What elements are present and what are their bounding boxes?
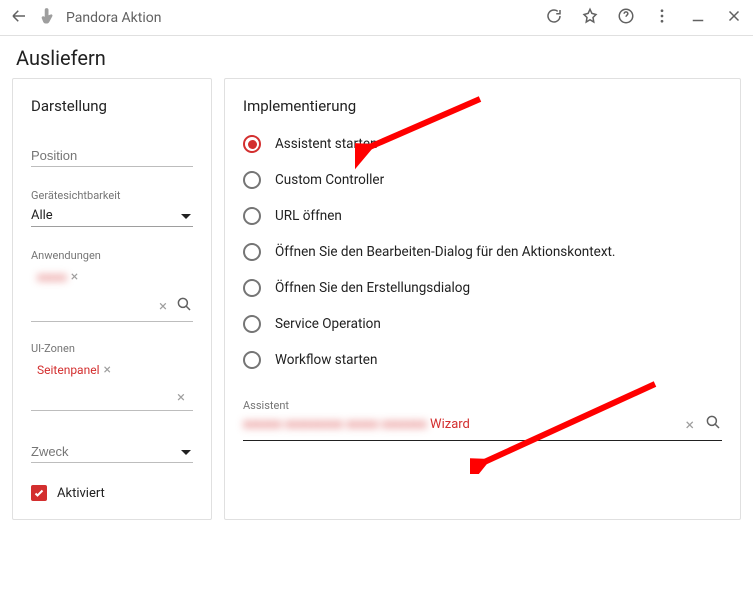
- toolbar-actions: [545, 7, 743, 29]
- chip-remove-icon[interactable]: ×: [71, 269, 78, 285]
- radio-option[interactable]: URL öffnen: [243, 207, 722, 225]
- purpose-field[interactable]: [31, 439, 193, 463]
- app-icon: [38, 7, 56, 29]
- uizone-chip[interactable]: Seitenpanel ×: [31, 360, 113, 380]
- radio-icon[interactable]: [243, 243, 261, 261]
- activated-label: Aktiviert: [57, 486, 105, 501]
- more-icon[interactable]: [653, 7, 671, 29]
- wizard-input[interactable]: xxxxxx xxxxxxxxx xxxxx xxxxxxx Wizard ×: [243, 413, 722, 441]
- radio-label: Assistent starten: [275, 136, 377, 152]
- radio-option[interactable]: Öffnen Sie den Erstellungsdialog: [243, 279, 722, 297]
- wizard-label: Assistent: [243, 399, 722, 412]
- device-visibility-select[interactable]: Alle: [31, 203, 193, 227]
- radio-label: URL öffnen: [275, 208, 342, 224]
- uizones-label: UI-Zonen: [31, 342, 193, 355]
- sidebar-heading: Darstellung: [31, 97, 193, 115]
- main-card: Implementierung Assistent starten Custom …: [224, 78, 741, 520]
- search-icon[interactable]: [175, 295, 193, 317]
- top-bar: Pandora Aktion: [0, 0, 753, 36]
- radio-icon[interactable]: [243, 171, 261, 189]
- star-icon[interactable]: [581, 7, 599, 29]
- clear-icon[interactable]: ×: [685, 415, 694, 434]
- radio-label: Custom Controller: [275, 172, 384, 188]
- uizones-field: UI-Zonen Seitenpanel ×: [31, 342, 193, 384]
- radio-option[interactable]: Assistent starten: [243, 135, 722, 153]
- wizard-field: Assistent xxxxxx xxxxxxxxx xxxxx xxxxxxx…: [243, 399, 722, 441]
- activated-checkbox[interactable]: [31, 485, 47, 501]
- radio-icon[interactable]: [243, 315, 261, 333]
- help-icon[interactable]: [617, 7, 635, 29]
- chevron-down-icon: [181, 450, 191, 455]
- back-icon[interactable]: [10, 7, 28, 29]
- uizones-search-row: ×: [31, 388, 193, 411]
- radio-option[interactable]: Custom Controller: [243, 171, 722, 189]
- radio-icon[interactable]: [243, 207, 261, 225]
- device-visibility-field[interactable]: Gerätesichtbarkeit Alle: [31, 189, 193, 227]
- application-chip[interactable]: xxxxx ×: [31, 267, 80, 287]
- activated-row[interactable]: Aktiviert: [31, 485, 193, 501]
- clear-icon[interactable]: ×: [159, 297, 167, 315]
- applications-field: Anwendungen xxxxx ×: [31, 249, 193, 291]
- implementation-radio-group: Assistent starten Custom Controller URL öf…: [243, 135, 722, 369]
- refresh-icon[interactable]: [545, 7, 563, 29]
- chip-remove-icon[interactable]: ×: [104, 362, 111, 378]
- minimize-icon[interactable]: [689, 7, 707, 29]
- position-input[interactable]: [31, 143, 193, 167]
- chevron-down-icon: [181, 214, 191, 219]
- main-heading: Implementierung: [243, 97, 722, 115]
- close-icon[interactable]: [725, 7, 743, 29]
- applications-label: Anwendungen: [31, 249, 193, 262]
- device-visibility-label: Gerätesichtbarkeit: [31, 189, 193, 202]
- radio-icon[interactable]: [243, 279, 261, 297]
- radio-label: Service Operation: [275, 316, 381, 332]
- radio-option[interactable]: Öffnen Sie den Bearbeiten-Dialog für den…: [243, 243, 722, 261]
- position-field: [31, 143, 193, 167]
- page-title: Ausliefern: [0, 36, 753, 78]
- radio-option[interactable]: Workflow starten: [243, 351, 722, 369]
- clear-icon[interactable]: ×: [177, 388, 185, 406]
- radio-label: Öffnen Sie den Bearbeiten-Dialog für den…: [275, 244, 616, 260]
- sidebar-card: Darstellung Gerätesichtbarkeit Alle Anwe…: [12, 78, 212, 520]
- radio-label: Workflow starten: [275, 352, 377, 368]
- radio-icon[interactable]: [243, 135, 261, 153]
- radio-option[interactable]: Service Operation: [243, 315, 722, 333]
- purpose-input[interactable]: [31, 439, 193, 463]
- applications-search-row: ×: [31, 295, 193, 322]
- search-icon[interactable]: [704, 413, 722, 435]
- radio-label: Öffnen Sie den Erstellungsdialog: [275, 280, 470, 296]
- radio-icon[interactable]: [243, 351, 261, 369]
- app-title: Pandora Aktion: [66, 10, 545, 26]
